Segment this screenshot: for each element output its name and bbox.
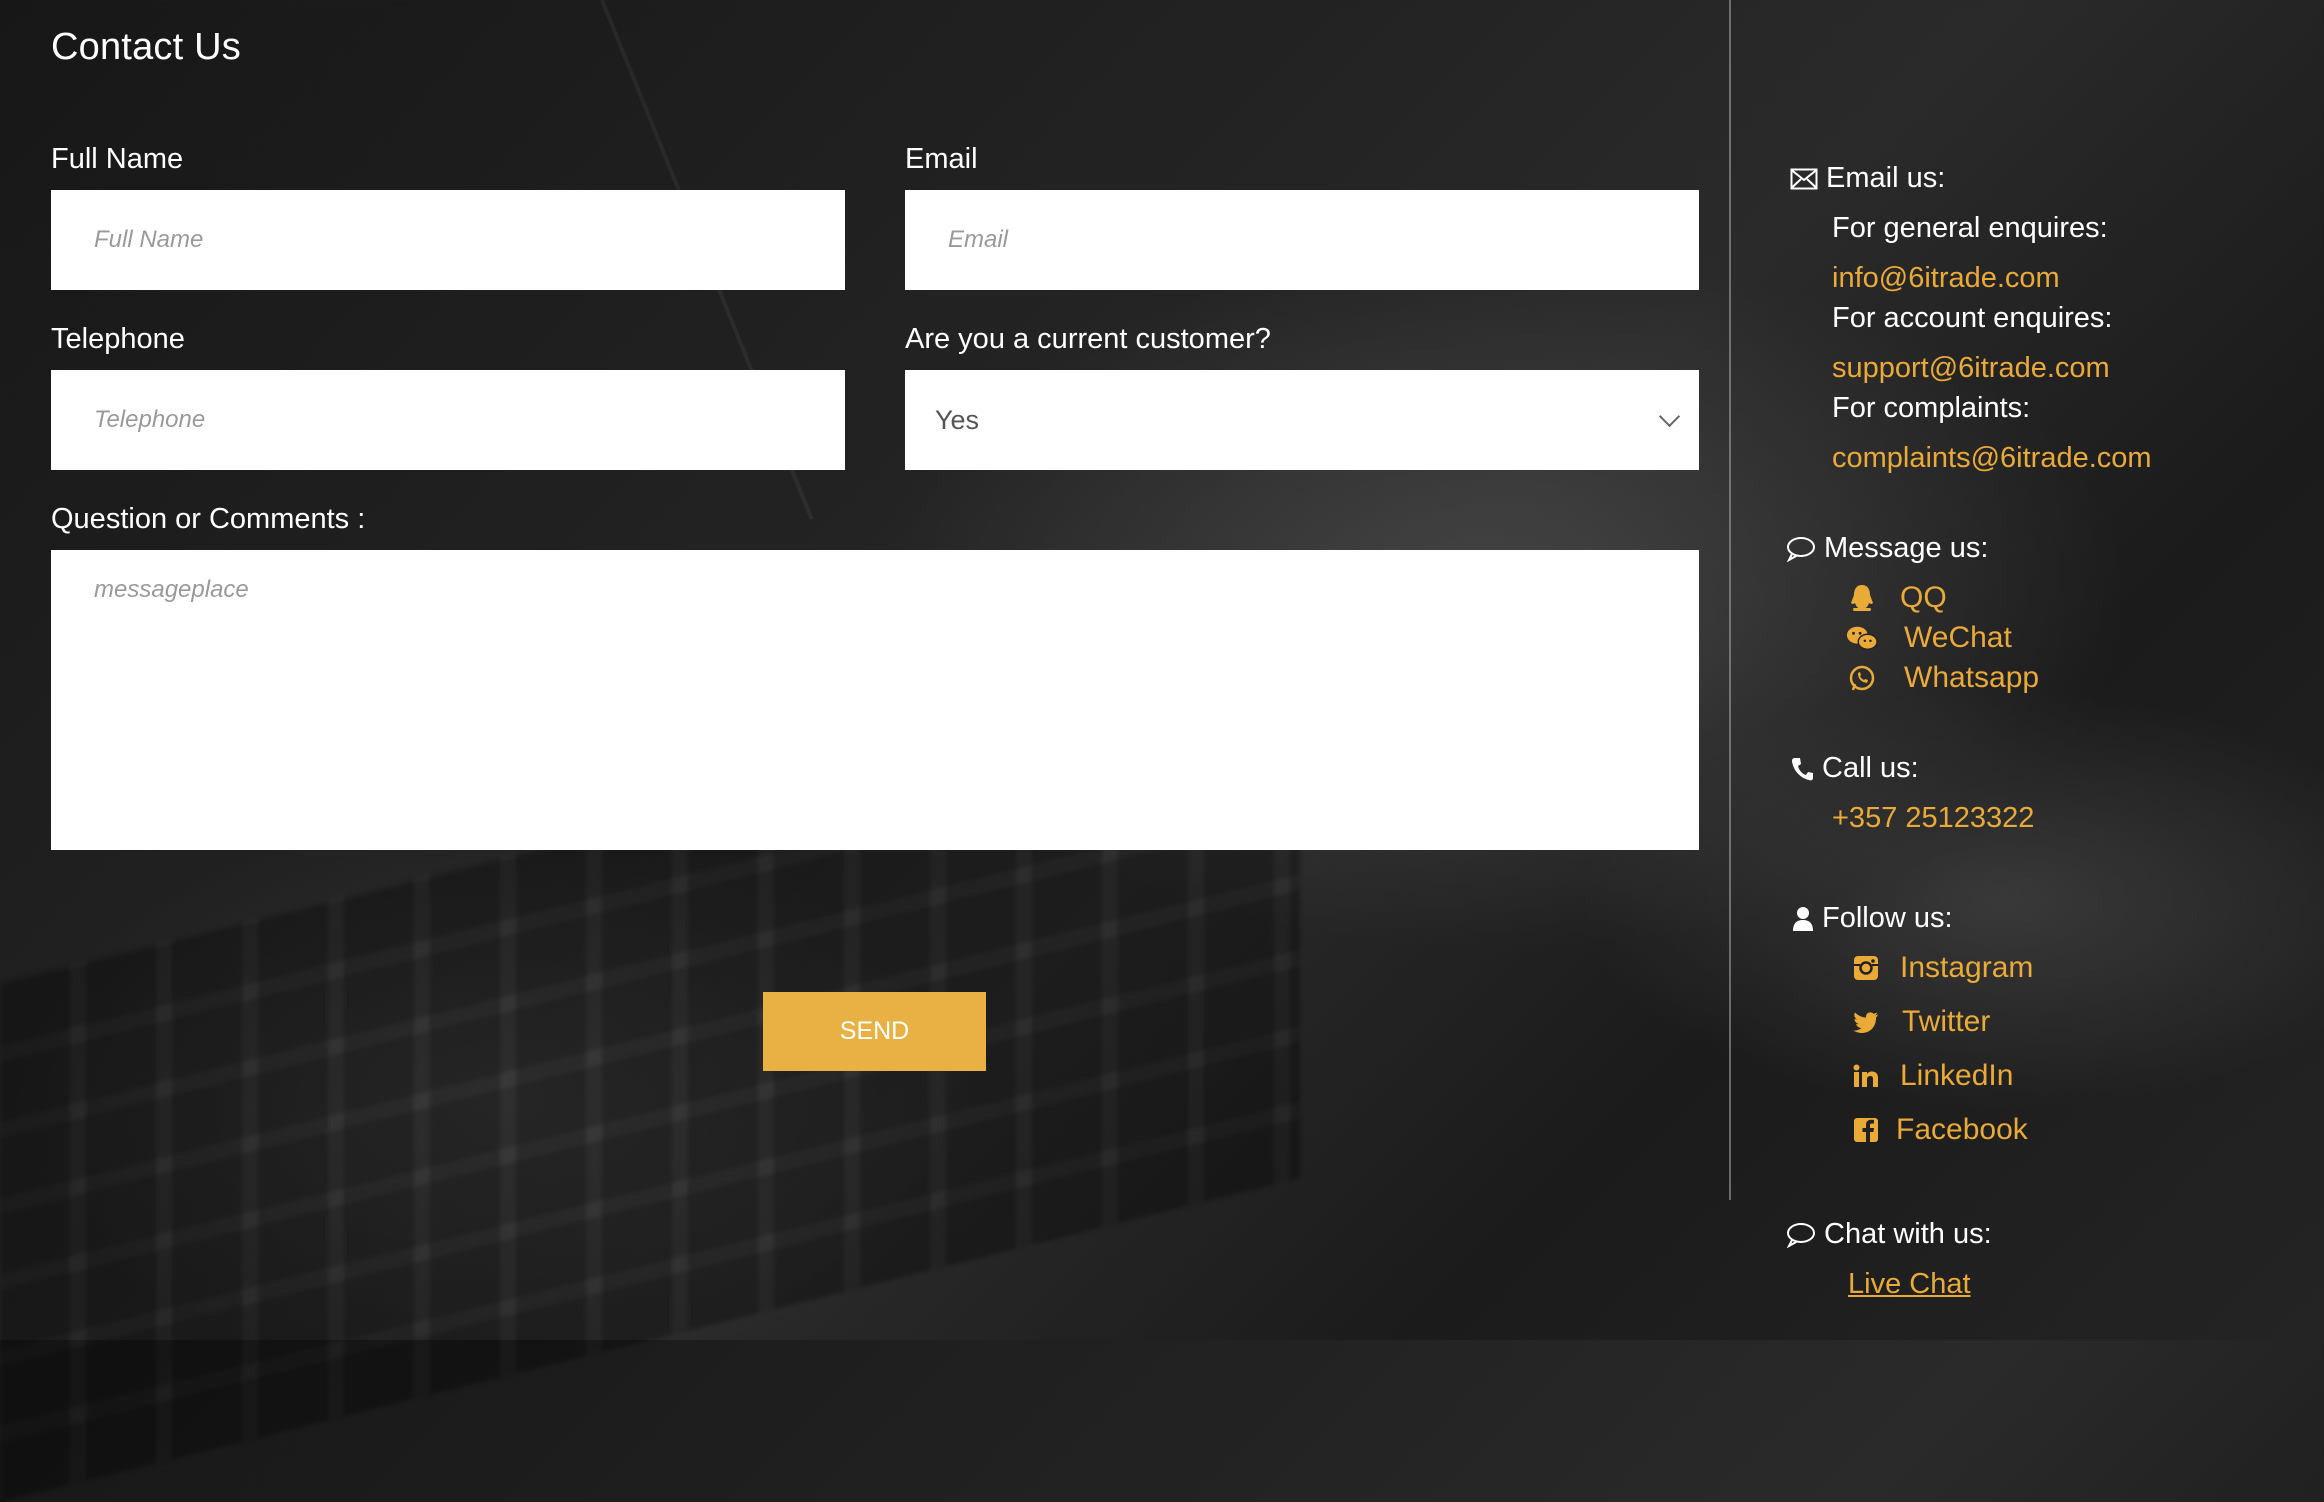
send-button[interactable]: SEND <box>763 992 986 1071</box>
instagram-link[interactable]: Instagram <box>1850 951 2033 985</box>
user-icon <box>1792 906 1814 932</box>
call-heading: Call us: <box>1822 752 1919 784</box>
full-name-label: Full Name <box>51 143 184 175</box>
instagram-icon <box>1850 955 1882 981</box>
complaints-label: For complaints: <box>1832 392 2031 424</box>
account-email-link[interactable]: support@6itrade.com <box>1832 352 2110 385</box>
facebook-icon <box>1850 1117 1882 1143</box>
follow-section: Follow us: <box>1792 902 1953 935</box>
twitter-icon <box>1850 1011 1882 1033</box>
message-heading: Message us: <box>1824 532 1989 564</box>
qq-label: QQ <box>1900 581 1947 614</box>
general-email-link[interactable]: info@6itrade.com <box>1832 262 2060 295</box>
email-input[interactable] <box>905 190 1699 290</box>
email-section: Email us: <box>1790 162 1945 195</box>
facebook-label: Facebook <box>1896 1113 2028 1146</box>
chevron-down-icon <box>1658 405 1681 427</box>
speech-bubble-icon <box>1786 1222 1816 1248</box>
comments-label: Question or Comments : <box>51 503 366 535</box>
message-section: Message us: <box>1786 532 1988 565</box>
wechat-icon <box>1846 624 1878 652</box>
envelope-icon <box>1790 168 1818 190</box>
full-name-input[interactable] <box>51 190 845 290</box>
customer-select-value: Yes <box>935 404 980 435</box>
general-enquiries-label: For general enquires: <box>1832 212 2108 244</box>
qq-link[interactable]: QQ <box>1846 581 1947 615</box>
telephone-label: Telephone <box>51 323 185 355</box>
comments-textarea[interactable] <box>51 550 1699 850</box>
email-heading: Email us: <box>1826 162 1946 194</box>
phone-icon <box>1790 756 1814 782</box>
linkedin-link[interactable]: LinkedIn <box>1850 1059 2013 1093</box>
telephone-input[interactable] <box>51 370 845 470</box>
page-title: Contact Us <box>51 26 241 68</box>
twitter-link[interactable]: Twitter <box>1850 1005 1990 1039</box>
wechat-link[interactable]: WeChat <box>1846 621 2012 655</box>
facebook-link[interactable]: Facebook <box>1850 1113 2028 1147</box>
follow-heading: Follow us: <box>1822 902 1953 934</box>
call-section: Call us: <box>1790 752 1919 785</box>
customer-select[interactable]: Yes <box>905 370 1699 470</box>
linkedin-label: LinkedIn <box>1900 1059 2014 1092</box>
email-label: Email <box>905 143 978 175</box>
account-enquiries-label: For account enquires: <box>1832 302 2113 334</box>
vertical-divider <box>1729 0 1731 1200</box>
instagram-label: Instagram <box>1900 951 2034 984</box>
whatsapp-link[interactable]: Whatsapp <box>1846 661 2039 695</box>
qq-icon <box>1846 583 1878 613</box>
twitter-label: Twitter <box>1902 1005 1991 1038</box>
linkedin-icon <box>1850 1064 1882 1088</box>
chat-heading: Chat with us: <box>1824 1218 1992 1250</box>
customer-label: Are you a current customer? <box>905 323 1271 355</box>
chat-section: Chat with us: <box>1786 1218 1992 1251</box>
whatsapp-icon <box>1846 664 1878 692</box>
speech-bubble-icon <box>1786 536 1816 562</box>
wechat-label: WeChat <box>1904 621 2012 654</box>
live-chat-link[interactable]: Live Chat <box>1848 1268 1971 1301</box>
phone-number-link[interactable]: +357 25123322 <box>1832 802 2034 835</box>
whatsapp-label: Whatsapp <box>1904 661 2040 694</box>
complaints-email-link[interactable]: complaints@6itrade.com <box>1832 442 2152 475</box>
